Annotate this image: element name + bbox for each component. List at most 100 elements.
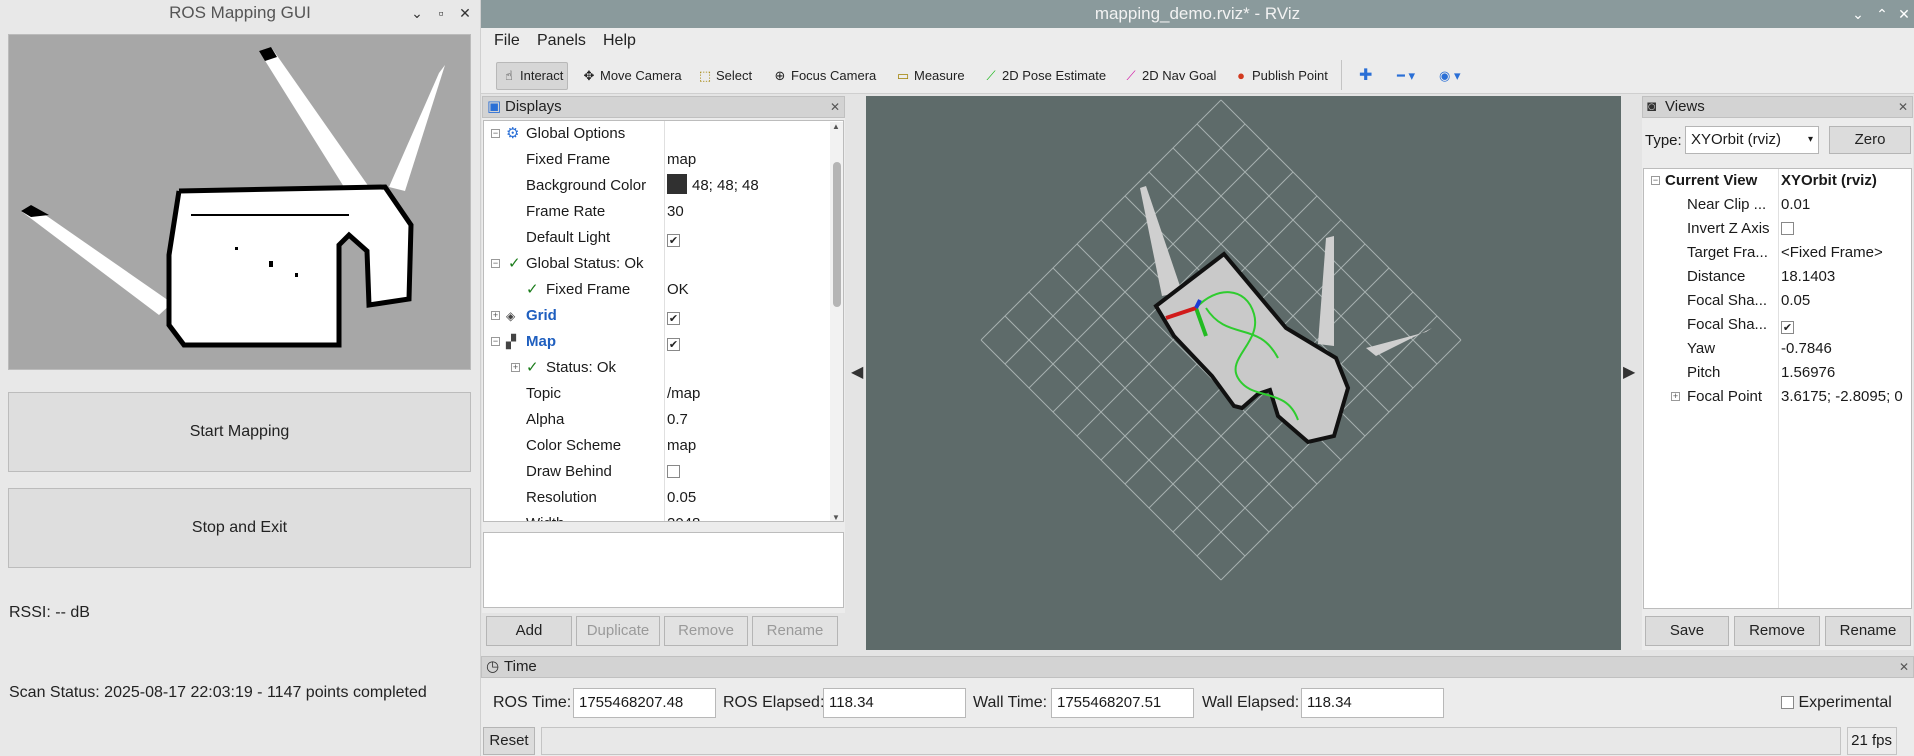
tree-row-draw-behind[interactable]: Draw Behind xyxy=(484,459,829,485)
rename-view-button[interactable]: Rename xyxy=(1825,616,1911,646)
tree-row-frame-rate[interactable]: Frame Rate 30 xyxy=(484,199,829,225)
view-row-pitch[interactable]: Pitch 1.56976 xyxy=(1644,361,1911,385)
view-row-current-view[interactable]: − Current View XYOrbit (rviz) xyxy=(1644,169,1911,193)
toolbar-separator xyxy=(1341,60,1342,90)
focus-icon: ⊕ xyxy=(774,68,786,83)
tree-row-default-light[interactable]: Default Light xyxy=(484,225,829,251)
scrollbar-thumb[interactable] xyxy=(833,162,841,307)
view-row-distance[interactable]: Distance 18.1403 xyxy=(1644,265,1911,289)
tree-row-map-status[interactable]: + ✓ Status: Ok xyxy=(484,355,829,381)
expand-icon[interactable]: + xyxy=(511,363,520,372)
close-icon[interactable]: ✕ xyxy=(830,97,840,117)
remove-tool-icon[interactable]: ━ ▾ xyxy=(1397,64,1415,88)
collapse-right-icon[interactable]: ▶ xyxy=(1623,362,1635,382)
tree-row-topic[interactable]: Topic /map xyxy=(484,381,829,407)
view-row-near-clip[interactable]: Near Clip ... 0.01 xyxy=(1644,193,1911,217)
tree-row-fixed-frame[interactable]: Fixed Frame map xyxy=(484,147,829,173)
view-row-invert-z[interactable]: Invert Z Axis xyxy=(1644,217,1911,241)
save-view-button[interactable]: Save xyxy=(1645,616,1729,646)
monitor-icon: ▣ xyxy=(487,98,502,115)
focal-shape-checkbox[interactable] xyxy=(1781,321,1794,334)
ros-elapsed-field[interactable]: 118.34 xyxy=(823,688,966,718)
menu-help[interactable]: Help xyxy=(603,32,636,50)
close-icon[interactable]: ✕ xyxy=(454,2,476,24)
remove-view-button[interactable]: Remove xyxy=(1734,616,1820,646)
displays-panel-title: Displays xyxy=(505,98,562,115)
view-type-select[interactable]: XYOrbit (rviz) ▾ xyxy=(1685,126,1819,154)
tool-publish-point[interactable]: ● Publish Point xyxy=(1233,64,1328,88)
collapse-icon[interactable]: − xyxy=(491,129,500,138)
displays-panel-header: ▣ Displays ✕ xyxy=(482,96,845,118)
expand-icon[interactable]: + xyxy=(491,311,500,320)
eye-icon[interactable]: ◉ ▾ xyxy=(1439,64,1460,88)
tree-row-grid[interactable]: + ◈ Grid xyxy=(484,303,829,329)
tool-measure[interactable]: ▭ Measure xyxy=(895,64,965,88)
tree-row-fixed-frame-status[interactable]: ✓ Fixed Frame OK xyxy=(484,277,829,303)
experimental-label: Experimental xyxy=(1798,694,1892,711)
map-preview xyxy=(8,34,471,370)
scroll-up-icon[interactable]: ▲ xyxy=(832,122,840,131)
maximize-icon[interactable]: ⌃ xyxy=(1871,3,1893,25)
collapse-icon[interactable]: − xyxy=(491,337,500,346)
rename-display-button[interactable]: Rename xyxy=(752,616,838,646)
maximize-icon[interactable]: ▫ xyxy=(430,2,452,24)
draw-behind-checkbox[interactable] xyxy=(667,465,680,478)
minimize-icon[interactable]: ⌄ xyxy=(1847,3,1869,25)
tool-interact[interactable]: ☝ Interact xyxy=(496,62,569,90)
view-row-target-frame[interactable]: Target Fra... <Fixed Frame> xyxy=(1644,241,1911,265)
menu-file[interactable]: File xyxy=(494,32,520,50)
tree-row-background-color[interactable]: Background Color 48; 48; 48 xyxy=(484,173,829,199)
tree-row-map[interactable]: − ▞ Map xyxy=(484,329,829,355)
tool-2d-pose-estimate[interactable]: ⟋ 2D Pose Estimate xyxy=(983,64,1106,88)
scroll-down-icon[interactable]: ▼ xyxy=(832,513,840,521)
map-checkbox[interactable] xyxy=(667,338,680,351)
tree-row-global-options[interactable]: − ⚙ Global Options xyxy=(484,121,829,147)
wall-elapsed-field[interactable]: 118.34 xyxy=(1301,688,1444,718)
tree-row-global-status[interactable]: − ✓ Global Status: Ok xyxy=(484,251,829,277)
stop-and-exit-button[interactable]: Stop and Exit xyxy=(8,488,471,568)
tool-2d-nav-goal[interactable]: ⟋ 2D Nav Goal xyxy=(1123,64,1216,88)
collapse-left-icon[interactable]: ◀ xyxy=(851,362,863,382)
add-tool-icon[interactable]: ✚ xyxy=(1359,64,1372,88)
expand-icon[interactable]: + xyxy=(1671,392,1680,401)
window-title-bar: ROS Mapping GUI ⌄ ▫ ✕ xyxy=(0,0,480,28)
menu-panels[interactable]: Panels xyxy=(537,32,586,50)
menu-bar: File Panels Help xyxy=(481,28,1914,56)
close-icon[interactable]: ✕ xyxy=(1893,3,1914,25)
tree-row-alpha[interactable]: Alpha 0.7 xyxy=(484,407,829,433)
grid-checkbox[interactable] xyxy=(667,312,680,325)
add-display-button[interactable]: Add xyxy=(486,616,572,646)
3d-render-view[interactable] xyxy=(866,96,1621,650)
tree-row-width[interactable]: Width 2048 xyxy=(484,511,829,521)
view-row-yaw[interactable]: Yaw -0.7846 xyxy=(1644,337,1911,361)
collapse-icon[interactable]: − xyxy=(491,259,500,268)
experimental-checkbox[interactable] xyxy=(1781,696,1794,709)
close-icon[interactable]: ✕ xyxy=(1899,657,1909,677)
collapse-icon[interactable]: − xyxy=(1651,176,1660,185)
tool-select[interactable]: ⬚ Select xyxy=(697,64,752,88)
remove-display-button[interactable]: Remove xyxy=(664,616,748,646)
ros-time-field[interactable]: 1755468207.48 xyxy=(573,688,716,718)
reset-button[interactable]: Reset xyxy=(483,727,535,755)
displays-scrollbar[interactable]: ▲ ▼ xyxy=(830,122,843,521)
view-row-focal-point[interactable]: + Focal Point 3.6175; -2.8095; 0 xyxy=(1644,385,1911,409)
duplicate-display-button[interactable]: Duplicate xyxy=(576,616,660,646)
minimize-icon[interactable]: ⌄ xyxy=(406,2,428,24)
close-icon[interactable]: ✕ xyxy=(1898,97,1908,117)
rssi-label: RSSI: -- dB xyxy=(9,604,90,621)
zero-button[interactable]: Zero xyxy=(1829,126,1911,154)
tree-row-color-scheme[interactable]: Color Scheme map xyxy=(484,433,829,459)
tool-focus-camera[interactable]: ⊕ Focus Camera xyxy=(772,64,877,88)
invert-z-checkbox[interactable] xyxy=(1781,222,1794,235)
tool-move-camera[interactable]: ✥ Move Camera xyxy=(581,64,682,88)
color-swatch[interactable] xyxy=(667,174,687,194)
ros-elapsed-label: ROS Elapsed: xyxy=(723,694,825,711)
default-light-checkbox[interactable] xyxy=(667,234,680,247)
start-mapping-button[interactable]: Start Mapping xyxy=(8,392,471,472)
view-row-focal-shape-size[interactable]: Focal Sha... 0.05 xyxy=(1644,289,1911,313)
tree-row-resolution[interactable]: Resolution 0.05 xyxy=(484,485,829,511)
check-icon: ✓ xyxy=(526,359,539,376)
wall-time-field[interactable]: 1755468207.51 xyxy=(1051,688,1194,718)
view-row-focal-shape-fixed[interactable]: Focal Sha... xyxy=(1644,313,1911,337)
camera-icon: ◙ xyxy=(1647,98,1657,115)
